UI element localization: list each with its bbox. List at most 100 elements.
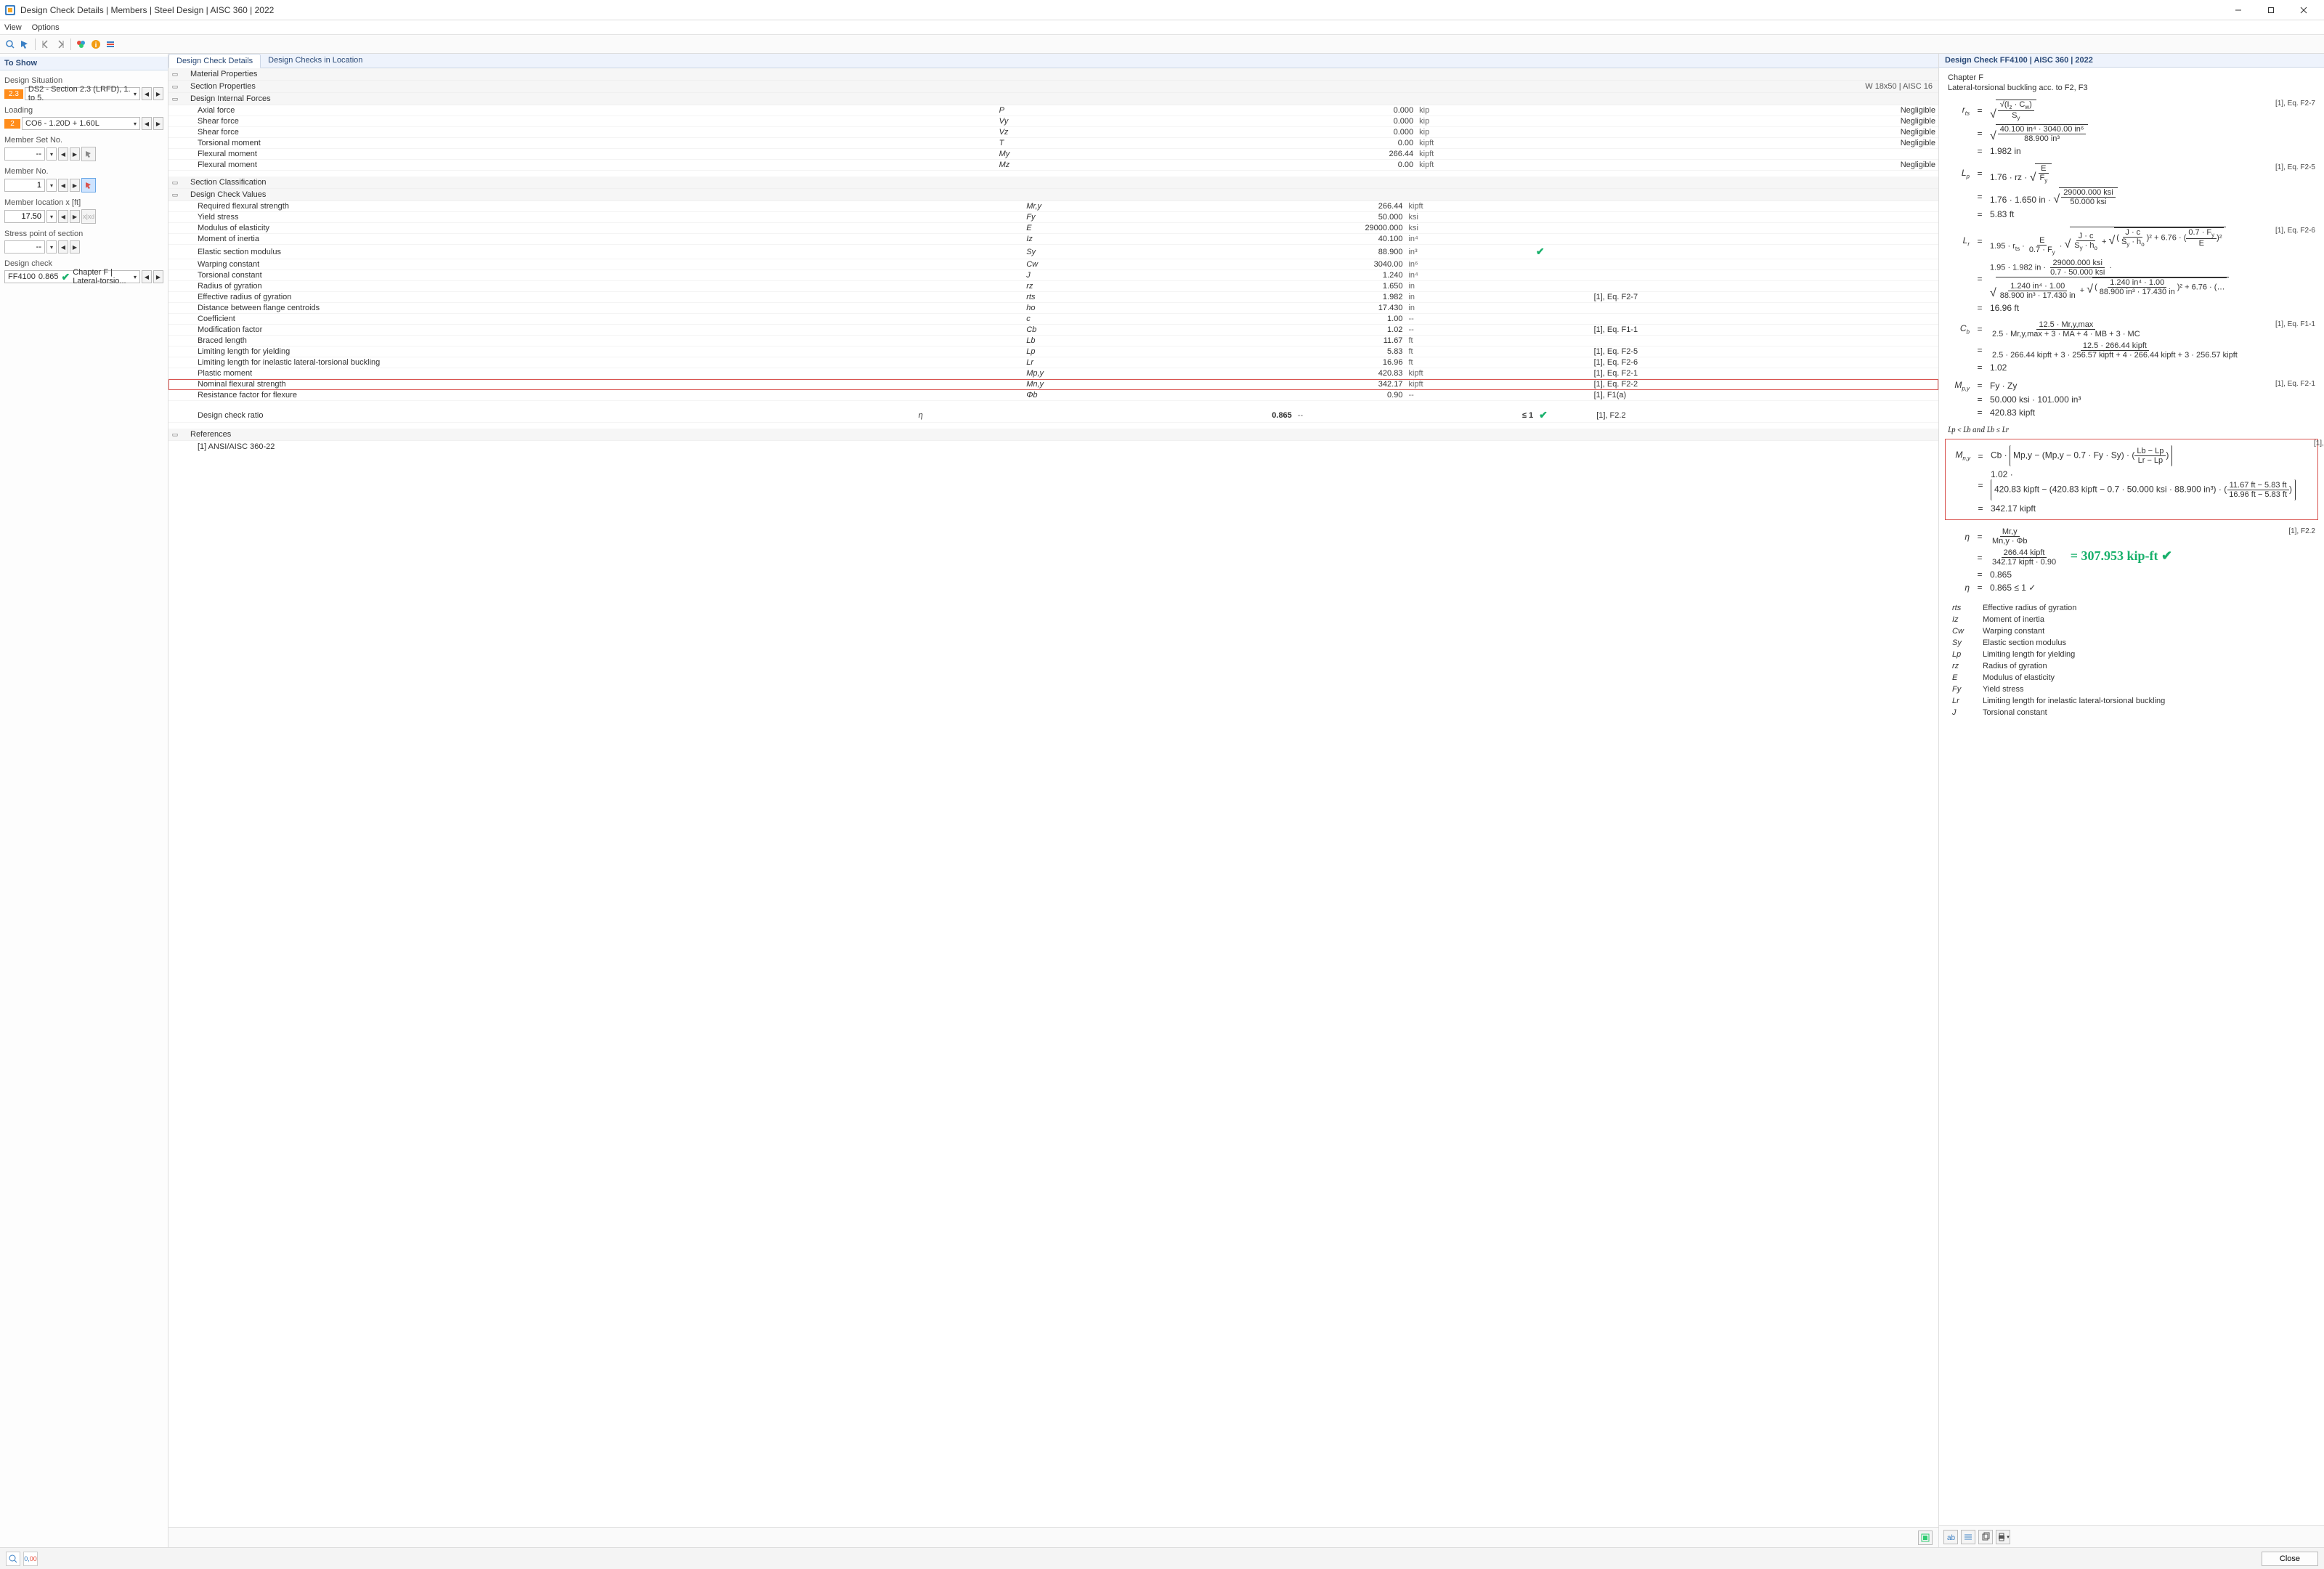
center-panel: Design Check Details Design Checks in Lo… <box>168 54 1939 1547</box>
group-design-check-values[interactable]: ▭ Design Check Values <box>168 189 1938 201</box>
equation-eta: [1], F2.2 η= Mr,yMn,y · Φb = 266.44 kipf… <box>1948 527 2315 593</box>
close-button[interactable] <box>2287 0 2320 20</box>
loading-badge: 2 <box>4 119 20 129</box>
settings-icon[interactable] <box>105 38 116 50</box>
footer: 0,00 Close <box>0 1547 2324 1569</box>
status-zoom-icon[interactable] <box>6 1552 20 1566</box>
member-set-dropdown[interactable]: ▾ <box>46 147 57 161</box>
dc-next-button[interactable]: ▶ <box>153 270 163 283</box>
subtitle-label: Lateral-torsional buckling acc. to F2, F… <box>1948 84 2315 92</box>
member-no-label: Member No. <box>4 167 163 176</box>
stress-point-dropdown[interactable]: ▾ <box>46 240 57 254</box>
group-section-classification[interactable]: ▭ Section Classification <box>168 177 1938 189</box>
loading-select[interactable]: CO6 - 1.20D + 1.60L▾ <box>22 117 140 130</box>
ds-prev-button[interactable]: ◀ <box>142 87 152 100</box>
handwritten-annotation: = 307.953 kip-ft ✔ <box>2071 548 2172 563</box>
menu-bar: View Options <box>0 20 2324 35</box>
export-icon[interactable] <box>1918 1531 1933 1545</box>
svg-text:i: i <box>95 41 97 49</box>
expand-icon[interactable]: ▭ <box>170 179 180 187</box>
next-section-icon[interactable] <box>54 38 66 50</box>
equation-lp: [1], Eq. F2-5 Lp= 1.76 · rz · EFy = 1.76… <box>1948 163 2315 219</box>
memberset-next-button[interactable]: ▶ <box>70 147 80 161</box>
stress-prev-button[interactable]: ◀ <box>58 240 68 254</box>
section-name: W 18x50 | AISC 16 <box>1865 82 1938 91</box>
select-icon[interactable] <box>19 38 31 50</box>
design-check-select[interactable]: FF4100 0.865 ✔ Chapter F | Lateral-torsi… <box>4 270 140 283</box>
ds-next-button[interactable]: ▶ <box>153 87 163 100</box>
loading-label: Loading <box>4 106 163 115</box>
menu-view[interactable]: View <box>4 23 22 32</box>
prev-section-icon[interactable] <box>40 38 52 50</box>
loading-prev-button[interactable]: ◀ <box>142 117 152 130</box>
toggle-list-icon[interactable] <box>1961 1530 1975 1544</box>
equation-cb: [1], Eq. F1-1 Cb= 12.5 · Mr,y,max2.5 · M… <box>1948 320 2315 373</box>
center-tabs: Design Check Details Design Checks in Lo… <box>168 54 1938 68</box>
dc-prev-button[interactable]: ◀ <box>142 270 152 283</box>
design-check-label: Design check <box>4 259 163 268</box>
member-set-input[interactable] <box>4 147 45 161</box>
member-location-label: Member location x [ft] <box>4 198 163 207</box>
expand-icon[interactable]: ▭ <box>170 83 180 91</box>
member-set-label: Member Set No. <box>4 136 163 145</box>
group-design-internal-forces[interactable]: ▭ Design Internal Forces <box>168 93 1938 105</box>
internal-forces-table: Axial forceP0.000kipNegligibleShear forc… <box>168 105 1938 171</box>
equation-mpy: [1], Eq. F2-1 Mp,y=Fy · Zy =50.000 ksi ·… <box>1948 380 2315 418</box>
reference-item: [1] ANSI/AISC 360-22 <box>168 441 1938 453</box>
design-situation-label: Design Situation <box>4 76 163 85</box>
zoom-icon[interactable] <box>4 38 16 50</box>
group-material-properties[interactable]: ▭ Material Properties <box>168 68 1938 81</box>
tab-design-check-details[interactable]: Design Check Details <box>168 54 261 68</box>
collapse-icon[interactable]: ▭ <box>170 95 180 103</box>
memberset-prev-button[interactable]: ◀ <box>58 147 68 161</box>
status-units-icon[interactable]: 0,00 <box>23 1552 38 1566</box>
right-toolbar: ab ▾ <box>1939 1525 2324 1547</box>
window-title: Design Check Details | Members | Steel D… <box>20 5 2222 15</box>
symbol-glossary: rtsEffective radius of gyrationIzMoment … <box>1948 601 2169 719</box>
left-panel: To Show Design Situation 2.3 DS2 - Secti… <box>0 54 168 1547</box>
member-location-input[interactable] <box>4 210 45 223</box>
check-ok-icon: ✔ <box>61 271 70 283</box>
member-loc-dropdown[interactable]: ▾ <box>46 210 57 223</box>
memberloc-mode-icon[interactable]: x|xd <box>81 209 96 224</box>
equation-lr: [1], Eq. F2-6 Lr= 1.95 · rts · E0.7 · Fy… <box>1948 227 2315 313</box>
close-dialog-button[interactable]: Close <box>2262 1552 2318 1566</box>
title-bar: Design Check Details | Members | Steel D… <box>0 0 2324 20</box>
print-icon[interactable]: ▾ <box>1996 1530 2010 1544</box>
memberno-next-button[interactable]: ▶ <box>70 179 80 192</box>
memberset-pick-icon[interactable] <box>81 147 96 161</box>
stress-point-input[interactable] <box>4 240 45 254</box>
design-values-table: Required flexural strengthMr,y266.44kipf… <box>168 201 1938 401</box>
colors-icon[interactable] <box>76 38 87 50</box>
collapse-icon[interactable]: ▭ <box>170 431 180 439</box>
stress-next-button[interactable]: ▶ <box>70 240 80 254</box>
info-icon[interactable]: i <box>90 38 102 50</box>
tab-design-checks-in-location[interactable]: Design Checks in Location <box>261 54 370 68</box>
ratio-table: Design check ratio η 0.865 -- ≤ 1 ✔ [1],… <box>168 408 1938 423</box>
expand-icon[interactable]: ▭ <box>170 70 180 78</box>
group-section-properties[interactable]: ▭ Section Properties W 18x50 | AISC 16 <box>168 81 1938 93</box>
menu-options[interactable]: Options <box>32 23 60 32</box>
memberno-prev-button[interactable]: ◀ <box>58 179 68 192</box>
toggle-symbols-icon[interactable]: ab <box>1943 1530 1958 1544</box>
memberno-pick-icon[interactable] <box>81 178 96 192</box>
stress-point-label: Stress point of section <box>4 230 163 238</box>
minimize-button[interactable] <box>2222 0 2254 20</box>
equation-rts: [1], Eq. F2-7 rts= √(Iz · Cw)Sy = 40.100… <box>1948 100 2315 156</box>
copy-icon[interactable] <box>1978 1530 1993 1544</box>
main-toolbar: i <box>0 35 2324 54</box>
right-panel: Design Check FF4100 | AISC 360 | 2022 Ch… <box>1939 54 2324 1547</box>
design-situation-select[interactable]: DS2 - Section 2.3 (LRFD), 1. to 5.▾ <box>25 87 140 100</box>
condition-text: Lp < Lb and Lb ≤ Lr <box>1948 425 2315 434</box>
memberloc-next-button[interactable]: ▶ <box>70 210 80 223</box>
member-no-input[interactable] <box>4 179 45 192</box>
chapter-label: Chapter F <box>1948 73 2315 82</box>
group-references[interactable]: ▭ References <box>168 429 1938 441</box>
memberloc-prev-button[interactable]: ◀ <box>58 210 68 223</box>
member-no-dropdown[interactable]: ▾ <box>46 179 57 192</box>
collapse-icon[interactable]: ▭ <box>170 191 180 199</box>
maximize-button[interactable] <box>2254 0 2287 20</box>
left-panel-header: To Show <box>0 57 168 70</box>
right-panel-header: Design Check FF4100 | AISC 360 | 2022 <box>1939 54 2324 68</box>
loading-next-button[interactable]: ▶ <box>153 117 163 130</box>
